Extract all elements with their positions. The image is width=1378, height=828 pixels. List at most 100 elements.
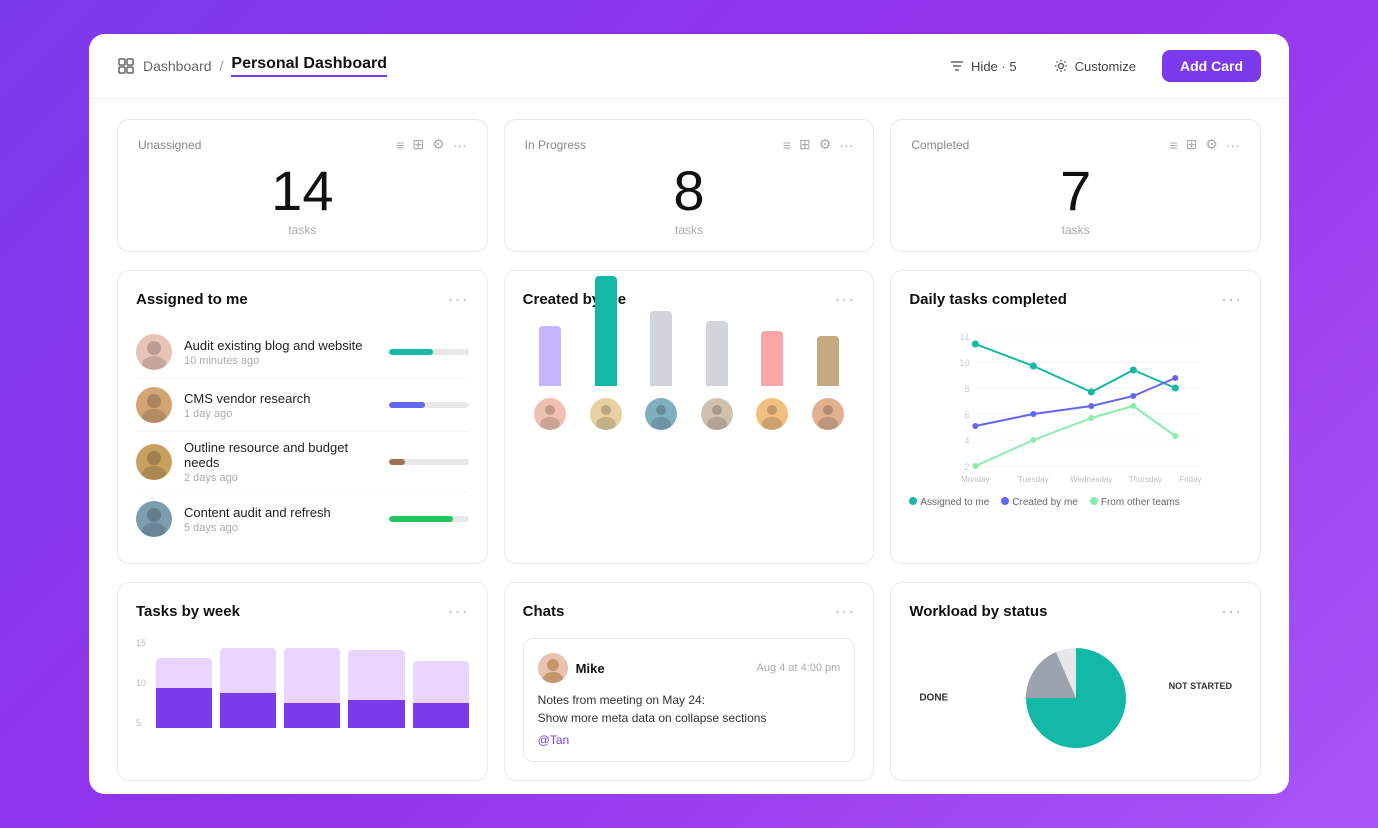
breadcrumb: Dashboard / Personal Dashboard (117, 55, 387, 77)
week-bar-group (348, 638, 404, 728)
chats-menu[interactable]: ··· (834, 601, 855, 622)
week-chart: 15 10 5 (136, 638, 469, 728)
stat-completed-unit: tasks (911, 223, 1240, 237)
chats-title: Chats (523, 603, 565, 620)
more-icon-stat[interactable]: ··· (453, 137, 467, 153)
expand-icon-stat2[interactable]: ⊞ (799, 136, 811, 153)
chat-mention[interactable]: @Tan (538, 733, 841, 747)
y-label-15: 15 (136, 638, 146, 648)
chat-message: Mike Aug 4 at 4:00 pm Notes from meeting… (523, 638, 856, 762)
middle-grid: Assigned to me ··· Audit existing blog a… (117, 270, 1261, 564)
created-menu[interactable]: ··· (834, 289, 855, 310)
stat-card-unassigned: Unassigned ≡ ⊞ ⚙ ··· 14 tasks (117, 119, 488, 252)
header-actions: Hide · 5 Customize Add Card (939, 50, 1261, 82)
bottom-grid: Tasks by week ··· 15 10 5 (117, 582, 1261, 781)
expand-icon-stat3[interactable]: ⊞ (1186, 136, 1198, 153)
week-bar-top (348, 650, 404, 700)
hide-button[interactable]: Hide · 5 (939, 52, 1027, 80)
hide-label: Hide · 5 (971, 59, 1017, 74)
task-name: Content audit and refresh (184, 505, 377, 520)
task-info: CMS vendor research 1 day ago (184, 391, 377, 420)
filter-icon-stat2[interactable]: ≡ (783, 137, 791, 153)
task-progress (389, 516, 469, 522)
week-bar-bottom (413, 703, 469, 728)
gear-icon-stat3[interactable]: ⚙ (1205, 136, 1218, 153)
week-bar-group (220, 638, 276, 728)
filter-icon-stat3[interactable]: ≡ (1170, 137, 1178, 153)
stat-unassigned-title: Unassigned (138, 138, 201, 152)
bar-group (645, 311, 677, 430)
stat-inprogress-title: In Progress (525, 138, 586, 152)
stat-completed-title: Completed (911, 138, 969, 152)
legend-other: From other teams (1090, 497, 1180, 508)
assigned-menu[interactable]: ··· (448, 289, 469, 310)
add-card-button[interactable]: Add Card (1162, 50, 1261, 82)
more-icon-stat3[interactable]: ··· (1226, 137, 1240, 153)
content-area: Unassigned ≡ ⊞ ⚙ ··· 14 tasks In Progres… (89, 99, 1289, 794)
chat-time: Aug 4 at 4:00 pm (757, 662, 841, 674)
tasks-by-week-card: Tasks by week ··· 15 10 5 (117, 582, 488, 781)
bar-avatar (590, 398, 622, 430)
chats-card: Chats ··· Mike Aug 4 at 4:00 pm (504, 582, 875, 781)
stat-card-completed: Completed ≡ ⊞ ⚙ ··· 7 tasks (890, 119, 1261, 252)
pie-done-label: DONE (919, 693, 948, 704)
line-chart-svg: 11 10 8 6 4 2 (909, 326, 1242, 486)
workload-menu[interactable]: ··· (1221, 601, 1242, 622)
stat-inprogress-unit: tasks (525, 223, 854, 237)
daily-menu[interactable]: ··· (1221, 289, 1242, 310)
stat-card-actions: ≡ ⊞ ⚙ ··· (396, 136, 466, 153)
task-name: CMS vendor research (184, 391, 377, 406)
svg-text:Tuesday: Tuesday (1018, 475, 1048, 484)
dashboard-link[interactable]: Dashboard (143, 58, 212, 74)
week-bar-group (156, 638, 212, 728)
week-bar-top (413, 661, 469, 703)
gear-icon-stat2[interactable]: ⚙ (819, 136, 832, 153)
more-icon-stat2[interactable]: ··· (839, 137, 853, 153)
stat-card-actions-2: ≡ ⊞ ⚙ ··· (783, 136, 853, 153)
stat-card-actions-3: ≡ ⊞ ⚙ ··· (1170, 136, 1240, 153)
daily-tasks-card: Daily tasks completed ··· 11 10 (890, 270, 1261, 564)
workload-card: Workload by status ··· DONE NOT STARTED (890, 582, 1261, 781)
stat-unassigned-unit: tasks (138, 223, 467, 237)
week-bar-top (156, 658, 212, 688)
assigned-to-me-card: Assigned to me ··· Audit existing blog a… (117, 270, 488, 564)
customize-button[interactable]: Customize (1043, 52, 1146, 80)
bar-group (534, 326, 566, 430)
customize-label: Customize (1075, 59, 1136, 74)
week-bar-top (220, 648, 276, 693)
week-title: Tasks by week (136, 603, 240, 620)
svg-text:10: 10 (960, 358, 970, 368)
stat-completed-count: 7 (911, 163, 1240, 219)
bar-avatar (534, 398, 566, 430)
chat-line1: Notes from meeting on May 24: (538, 691, 841, 709)
week-menu[interactable]: ··· (448, 601, 469, 622)
daily-title: Daily tasks completed (909, 291, 1067, 308)
svg-text:11: 11 (960, 332, 969, 342)
task-item: Audit existing blog and website 10 minut… (136, 326, 469, 379)
chat-author: Mike (576, 661, 605, 676)
created-by-me-card: Created by me ··· (504, 270, 875, 564)
task-time: 10 minutes ago (184, 355, 377, 367)
task-item: CMS vendor research 1 day ago (136, 379, 469, 432)
svg-text:Wednesday: Wednesday (1071, 475, 1113, 484)
filter-icon-stat[interactable]: ≡ (396, 137, 404, 153)
task-item: Outline resource and budget needs 2 days… (136, 432, 469, 493)
bar-group (812, 336, 844, 430)
pie-chart: DONE NOT STARTED (909, 638, 1242, 758)
task-progress (389, 459, 469, 465)
dashboard-icon (117, 57, 135, 75)
expand-icon-stat[interactable]: ⊞ (412, 136, 424, 153)
page-title: Personal Dashboard (231, 55, 387, 77)
bar-group (756, 331, 788, 430)
task-item: Content audit and refresh 5 days ago (136, 493, 469, 545)
workload-title: Workload by status (909, 603, 1047, 620)
task-name: Outline resource and budget needs (184, 440, 377, 470)
header: Dashboard / Personal Dashboard Hide · 5 … (89, 34, 1289, 99)
breadcrumb-sep: / (220, 58, 224, 74)
gear-icon-stat[interactable]: ⚙ (432, 136, 445, 153)
bar-group (701, 321, 733, 430)
bar-avatar (756, 398, 788, 430)
task-info: Outline resource and budget needs 2 days… (184, 440, 377, 484)
week-bar-bottom (348, 700, 404, 728)
task-info: Content audit and refresh 5 days ago (184, 505, 377, 534)
